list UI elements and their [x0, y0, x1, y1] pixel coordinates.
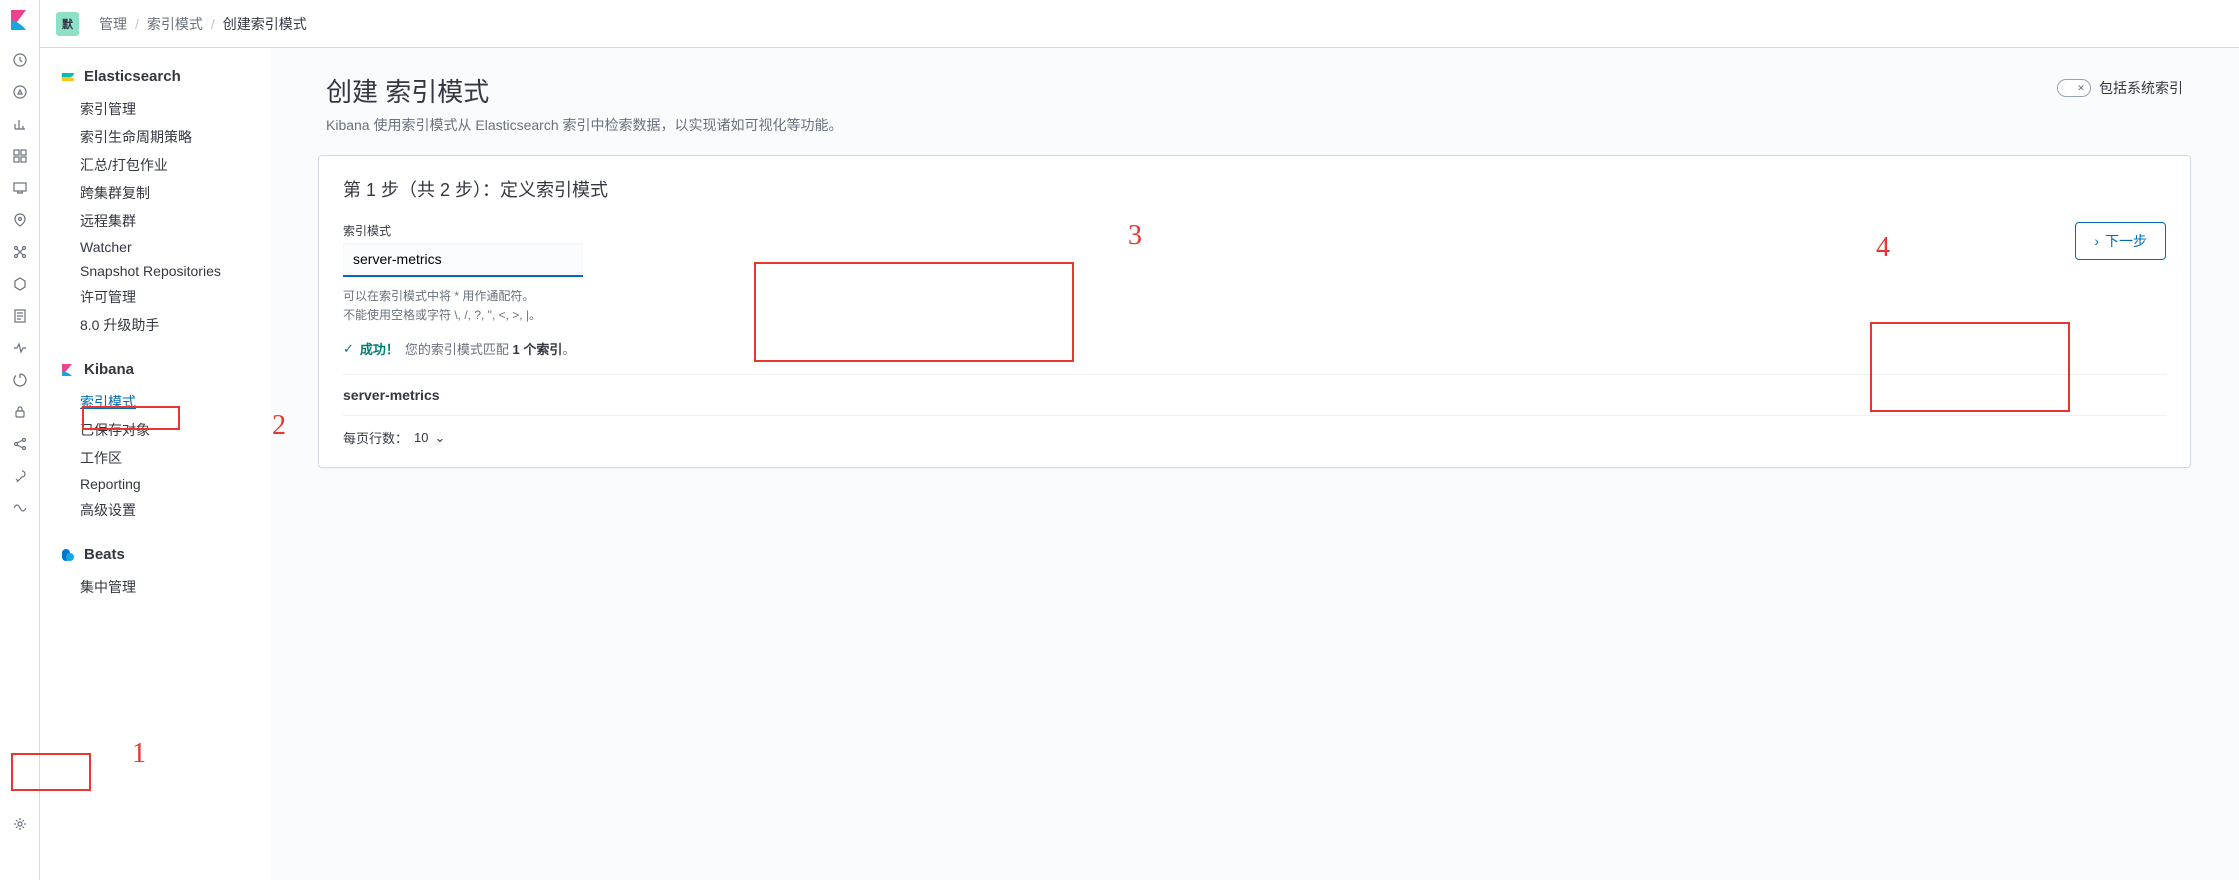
- sidebar-item[interactable]: 索引生命周期策略: [52, 123, 270, 151]
- sidebar-section-beats: Beats 集中管理: [52, 542, 270, 601]
- success-message: 您的索引模式匹配 1 个索引。: [405, 339, 575, 358]
- discover-icon[interactable]: [0, 76, 40, 108]
- rows-per-page[interactable]: 每页行数： 10 ⌄: [343, 415, 2166, 447]
- uptime-icon[interactable]: [0, 364, 40, 396]
- page-subtitle: Kibana 使用索引模式从 Elasticsearch 索引中检索数据，以实现…: [326, 115, 843, 135]
- maps-icon[interactable]: [0, 204, 40, 236]
- dashboard-icon[interactable]: [0, 140, 40, 172]
- sidebar-item[interactable]: Reporting: [52, 472, 270, 496]
- graph-icon[interactable]: [0, 428, 40, 460]
- kibana-logo-icon[interactable]: [8, 8, 32, 32]
- space-badge[interactable]: 默: [56, 12, 79, 36]
- sidebar-section-title: Elasticsearch: [84, 68, 181, 85]
- help-text-1: 可以在索引模式中将 * 用作通配符。: [343, 287, 1182, 306]
- infrastructure-icon[interactable]: [0, 268, 40, 300]
- sidebar-item[interactable]: 索引管理: [52, 95, 270, 123]
- index-pattern-input[interactable]: [343, 243, 583, 277]
- step-panel: 第 1 步（共 2 步）：定义索引模式 索引模式 可以在索引模式中将 * 用作通…: [318, 155, 2191, 468]
- sidebar: Elasticsearch 索引管理 索引生命周期策略 汇总/打包作业 跨集群复…: [40, 48, 270, 880]
- sidebar-item[interactable]: 跨集群复制: [52, 179, 270, 207]
- beats-icon: [60, 547, 76, 563]
- sidebar-section-title: Kibana: [84, 361, 134, 378]
- ml-icon[interactable]: [0, 236, 40, 268]
- breadcrumb-item[interactable]: 管理: [99, 14, 127, 34]
- sidebar-item-index-patterns[interactable]: 索引模式: [52, 388, 270, 416]
- elasticsearch-icon: [60, 69, 76, 85]
- include-system-indices-toggle[interactable]: [2057, 79, 2091, 97]
- sidebar-item[interactable]: 工作区: [52, 444, 270, 472]
- sidebar-item[interactable]: 高级设置: [52, 496, 270, 524]
- sidebar-item[interactable]: 已保存对象: [52, 416, 270, 444]
- recently-viewed-icon[interactable]: [0, 44, 40, 76]
- sidebar-item[interactable]: 远程集群: [52, 207, 270, 235]
- header: 默 管理 / 索引模式 / 创建索引模式: [40, 0, 2239, 48]
- success-label: 成功！: [360, 339, 399, 358]
- content: 创建 索引模式 Kibana 使用索引模式从 Elasticsearch 索引中…: [270, 48, 2239, 880]
- breadcrumb-item[interactable]: 索引模式: [147, 14, 203, 34]
- step-title: 第 1 步（共 2 步）：定义索引模式: [343, 176, 2166, 202]
- next-step-button[interactable]: › 下一步: [2075, 222, 2166, 260]
- management-icon[interactable]: [0, 808, 40, 840]
- sidebar-item[interactable]: 许可管理: [52, 283, 270, 311]
- dev-tools-icon[interactable]: [0, 460, 40, 492]
- icon-rail: [0, 0, 40, 880]
- sidebar-section-elasticsearch: Elasticsearch 索引管理 索引生命周期策略 汇总/打包作业 跨集群复…: [52, 64, 270, 339]
- sidebar-item[interactable]: Snapshot Repositories: [52, 259, 270, 283]
- toggle-label: 包括系统索引: [2099, 78, 2183, 98]
- breadcrumb: 管理 / 索引模式 / 创建索引模式: [99, 14, 307, 34]
- sidebar-section-kibana: Kibana 索引模式 已保存对象 工作区 Reporting 高级设置: [52, 357, 270, 524]
- breadcrumb-item-current: 创建索引模式: [223, 14, 307, 34]
- chevron-right-icon: ›: [2094, 233, 2099, 249]
- help-text-2: 不能使用空格或字符 \, /, ?, ", <, >, |。: [343, 306, 1182, 325]
- sidebar-item[interactable]: 汇总/打包作业: [52, 151, 270, 179]
- monitoring-icon[interactable]: [0, 492, 40, 524]
- kibana-icon: [60, 362, 76, 378]
- sidebar-item[interactable]: 8.0 升级助手: [52, 311, 270, 339]
- matching-index-row: server-metrics: [343, 374, 2166, 403]
- sidebar-section-title: Beats: [84, 546, 125, 563]
- check-icon: ✓: [343, 341, 354, 357]
- index-pattern-label: 索引模式: [343, 222, 1182, 239]
- siem-icon[interactable]: [0, 396, 40, 428]
- visualize-icon[interactable]: [0, 108, 40, 140]
- logs-icon[interactable]: [0, 300, 40, 332]
- canvas-icon[interactable]: [0, 172, 40, 204]
- apm-icon[interactable]: [0, 332, 40, 364]
- sidebar-item[interactable]: 集中管理: [52, 573, 270, 601]
- page-title: 创建 索引模式: [326, 72, 843, 109]
- chevron-down-icon: ⌄: [434, 430, 445, 446]
- sidebar-item[interactable]: Watcher: [52, 235, 270, 259]
